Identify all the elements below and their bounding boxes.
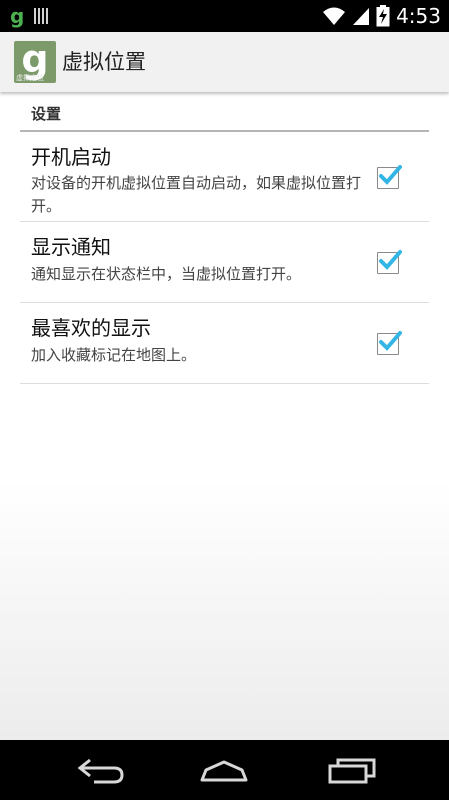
- navigation-bar: [0, 740, 449, 800]
- pref-summary: 加入收藏标记在地图上。: [31, 346, 197, 364]
- barcode-icon: [34, 8, 50, 24]
- pref-title: 显示通知: [31, 235, 111, 259]
- pref-title: 最喜欢的显示: [31, 316, 151, 340]
- clock: 4:53: [396, 4, 441, 28]
- recent-apps-icon[interactable]: [322, 754, 382, 786]
- section-header: 设置: [20, 92, 429, 132]
- app-logo-icon[interactable]: g 虚拟定位: [14, 41, 56, 83]
- checkbox-show-notification[interactable]: [377, 250, 402, 274]
- pref-summary: 通知显示在状态栏中，当虚拟位置打开。: [31, 265, 302, 283]
- signal-icon: [353, 8, 370, 25]
- back-icon[interactable]: [72, 754, 132, 786]
- app-logo-caption: 虚拟定位: [16, 74, 44, 82]
- action-bar: g 虚拟定位 虚拟位置: [0, 32, 449, 92]
- g-app-icon: g: [10, 4, 25, 28]
- checkbox-boot-start[interactable]: [377, 165, 402, 189]
- pref-summary: 对设备的开机虚拟位置自动启动，如果虚拟位置打开。: [31, 174, 362, 215]
- pref-title: 开机启动: [31, 145, 111, 169]
- status-right-icons: 4:53: [322, 3, 441, 29]
- wifi-icon: [323, 7, 346, 25]
- checkbox-favorites-display[interactable]: [377, 331, 402, 355]
- status-left-icons: g: [10, 4, 50, 28]
- check-icon: [379, 331, 402, 351]
- settings-list: 设置 开机启动 对设备的开机虚拟位置自动启动，如果虚拟位置打开。 显示通知 通知…: [0, 92, 449, 740]
- section-title: 设置: [31, 105, 62, 123]
- status-bar: g 4:53: [0, 0, 449, 32]
- check-icon: [379, 165, 402, 185]
- battery-charging-icon: [376, 5, 390, 27]
- pref-item-show-notification[interactable]: 显示通知 通知显示在状态栏中，当虚拟位置打开。: [20, 222, 429, 303]
- pref-item-boot-start[interactable]: 开机启动 对设备的开机虚拟位置自动启动，如果虚拟位置打开。: [20, 132, 429, 222]
- home-icon[interactable]: [194, 754, 254, 786]
- page-title: 虚拟位置: [62, 50, 146, 74]
- check-icon: [379, 250, 402, 270]
- pref-item-favorites-display[interactable]: 最喜欢的显示 加入收藏标记在地图上。: [20, 303, 429, 384]
